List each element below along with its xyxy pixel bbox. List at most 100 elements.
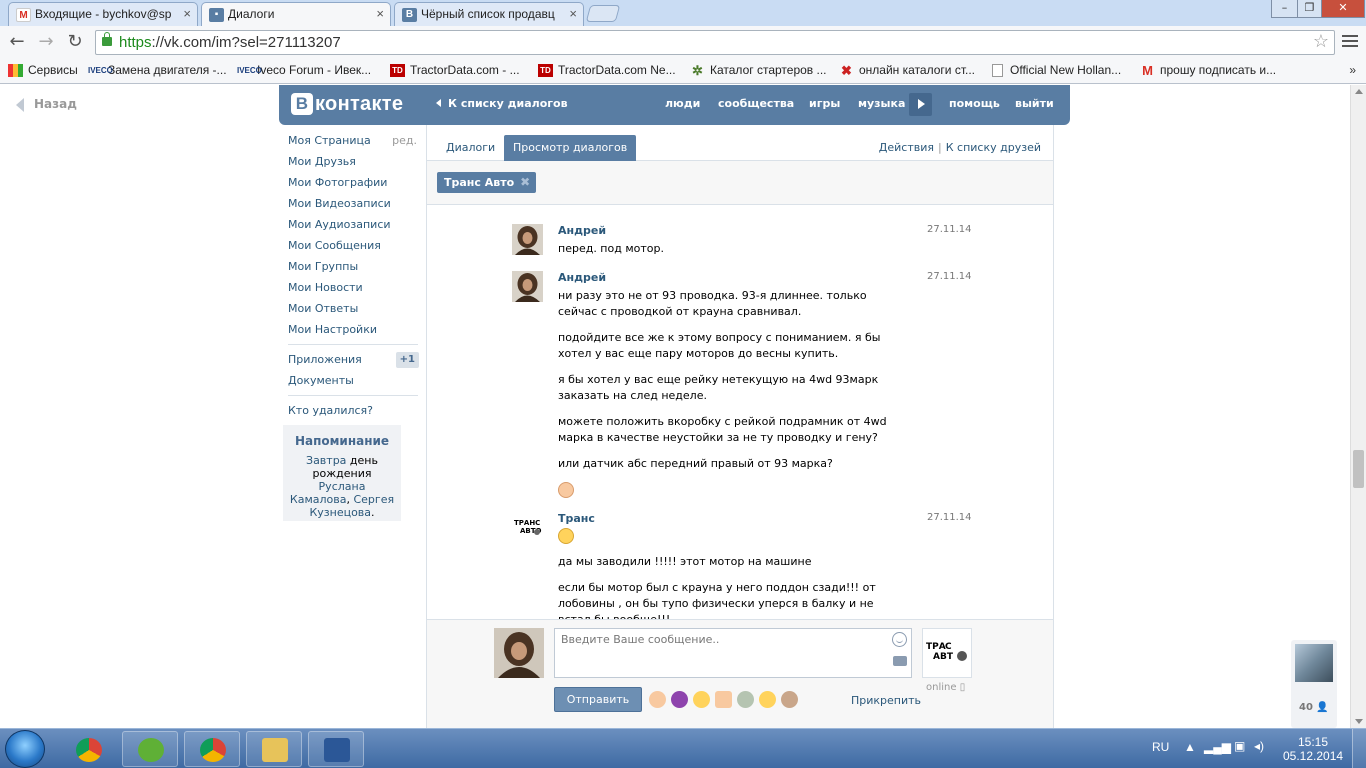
menu-item-apps[interactable]: Приложения +1: [283, 349, 423, 370]
menu-item-documents[interactable]: Документы: [283, 370, 423, 391]
menu-item-settings[interactable]: Мои Настройки: [283, 319, 423, 340]
bookmark-engine[interactable]: IVECO Замена двигателя -...: [88, 63, 227, 77]
attach-link[interactable]: Прикрепить: [851, 694, 921, 707]
tab-dialogs[interactable]: ▪ Диалоги ×: [201, 2, 391, 27]
new-tab-button[interactable]: [585, 5, 621, 22]
pointing-hand-emoji-icon[interactable]: [715, 691, 732, 708]
scroll-up-icon[interactable]: [1355, 89, 1363, 94]
bookmark-tractordata[interactable]: TD TractorData.com - ...: [390, 63, 520, 77]
page-scrollbar[interactable]: [1350, 85, 1366, 728]
start-button[interactable]: [5, 730, 45, 768]
minimize-button[interactable]: –: [1271, 0, 1298, 18]
close-icon[interactable]: ×: [183, 6, 191, 21]
chat-avatar[interactable]: [1295, 644, 1333, 682]
tab-blacklist[interactable]: B Чёрный список продавц ×: [394, 2, 584, 26]
tab-dialogs[interactable]: Диалоги: [437, 135, 504, 161]
menu-item-messages[interactable]: Мои Сообщения: [283, 235, 423, 256]
vk-logo[interactable]: Вконтакте: [291, 93, 403, 117]
to-dialogs-link[interactable]: К списку диалогов: [436, 97, 568, 110]
avatar[interactable]: [512, 224, 543, 255]
bookmark-sign[interactable]: M прошу подписать и...: [1140, 63, 1276, 77]
avatar[interactable]: [494, 628, 544, 678]
taskbar-chrome-active[interactable]: [184, 731, 240, 767]
bookmark-services[interactable]: Сервисы: [8, 63, 78, 77]
bookmark-star-icon[interactable]: ☆: [1313, 30, 1329, 53]
menu-item-answers[interactable]: Мои Ответы: [283, 298, 423, 319]
nav-music[interactable]: музыка: [858, 97, 905, 110]
ok-hand-emoji-icon[interactable]: [649, 691, 666, 708]
forward-arrow-icon[interactable]: →: [35, 32, 57, 54]
tab-gmail[interactable]: M Входящие - bychkov@sp ×: [8, 2, 198, 26]
message-input[interactable]: Введите Ваше сообщение..: [554, 628, 912, 678]
nav-help[interactable]: помощь: [949, 97, 1000, 110]
peer-chip[interactable]: Транс Авто ✖: [437, 172, 537, 193]
svg-text:С: С: [945, 642, 952, 652]
menu-item-friends[interactable]: Мои Друзья: [283, 151, 423, 172]
avatar[interactable]: [512, 271, 543, 302]
close-window-button[interactable]: ✕: [1321, 0, 1365, 18]
menu-item-videos[interactable]: Мои Видеозаписи: [283, 193, 423, 214]
peer-avatar[interactable]: ТРА С АВТ: [922, 628, 972, 678]
online-friends-count[interactable]: 40 👤: [1299, 702, 1329, 713]
taskbar-word[interactable]: [308, 731, 364, 767]
close-icon[interactable]: ×: [376, 6, 384, 21]
close-icon[interactable]: ×: [569, 6, 577, 21]
taskbar-explorer[interactable]: [246, 731, 302, 767]
scroll-down-icon[interactable]: [1355, 719, 1363, 724]
menu-item-who-deleted[interactable]: Кто удалился?: [283, 400, 423, 421]
vk-icon: B: [402, 8, 417, 22]
signal-icon[interactable]: ▂▄▆: [1204, 740, 1231, 754]
bookmark-iveco-forum[interactable]: IVECO Iveco Forum - Ивек...: [237, 63, 371, 77]
reload-icon[interactable]: ↻: [64, 32, 86, 54]
friends-list-link[interactable]: К списку друзей: [946, 141, 1041, 154]
network-icon[interactable]: ▣: [1234, 739, 1245, 753]
edit-link[interactable]: ред.: [392, 130, 417, 151]
back-arrow-icon[interactable]: ←: [6, 32, 28, 54]
devil-emoji-icon[interactable]: [671, 691, 688, 708]
clock[interactable]: 15:15 05.12.2014: [1283, 735, 1343, 763]
chevron-up-icon[interactable]: ▲: [1184, 740, 1196, 754]
menu-item-news[interactable]: Мои Новости: [283, 277, 423, 298]
menu-icon[interactable]: [1342, 35, 1358, 49]
kiss-emoji-icon[interactable]: [693, 691, 710, 708]
tomorrow-link[interactable]: Завтра: [306, 454, 346, 467]
menu-item-audio[interactable]: Мои Аудиозаписи: [283, 214, 423, 235]
bookmark-new-holland[interactable]: Official New Hollan...: [990, 63, 1121, 77]
nav-logout[interactable]: выйти: [1015, 97, 1054, 110]
avatar[interactable]: ТРАНС АВТО: [512, 512, 543, 543]
camera-icon[interactable]: [893, 656, 907, 666]
scroll-thumb[interactable]: [1353, 450, 1364, 488]
bear-emoji-icon[interactable]: [781, 691, 798, 708]
language-indicator[interactable]: RU: [1152, 740, 1169, 754]
message-author[interactable]: Транс: [558, 512, 595, 525]
close-icon[interactable]: ✖: [520, 172, 530, 193]
alien-emoji-icon[interactable]: [737, 691, 754, 708]
message-author[interactable]: Андрей: [558, 271, 606, 284]
show-desktop-button[interactable]: [1352, 729, 1366, 768]
maximize-button[interactable]: ❐: [1297, 0, 1322, 18]
nav-people[interactable]: люди: [665, 97, 700, 110]
address-bar[interactable]: https://vk.com/im?sel=271113207 ☆: [95, 30, 1335, 55]
send-button[interactable]: Отправить: [554, 687, 642, 712]
actions-link[interactable]: Действия: [879, 141, 934, 154]
taskbar-utorrent[interactable]: [122, 731, 178, 767]
bookmarks-more-button[interactable]: »: [1349, 63, 1356, 77]
chrome-icon: [200, 738, 226, 762]
bookmark-catalogs[interactable]: ✖ онлайн каталоги ст...: [839, 63, 975, 77]
bookmark-tractordata-new[interactable]: TD TractorData.com Ne...: [538, 63, 676, 77]
nav-games[interactable]: игры: [809, 97, 840, 110]
menu-item-groups[interactable]: Мои Группы: [283, 256, 423, 277]
back-link[interactable]: Назад: [16, 97, 77, 112]
message-author[interactable]: Андрей: [558, 224, 606, 237]
menu-item-my-page[interactable]: Моя Страница ред.: [283, 130, 423, 151]
svg-text:АВТ: АВТ: [933, 652, 954, 662]
play-icon[interactable]: [909, 93, 932, 116]
menu-item-photos[interactable]: Мои Фотографии: [283, 172, 423, 193]
volume-icon[interactable]: ◂): [1254, 739, 1264, 753]
bookmark-starters[interactable]: ✲ Каталог стартеров ...: [690, 63, 826, 77]
taskbar-chrome[interactable]: [60, 731, 116, 767]
tab-view-dialogs[interactable]: Просмотр диалогов: [504, 135, 637, 161]
smile-icon[interactable]: [892, 632, 907, 647]
smile-emoji-icon[interactable]: [759, 691, 776, 708]
nav-communities[interactable]: сообщества: [718, 97, 794, 110]
